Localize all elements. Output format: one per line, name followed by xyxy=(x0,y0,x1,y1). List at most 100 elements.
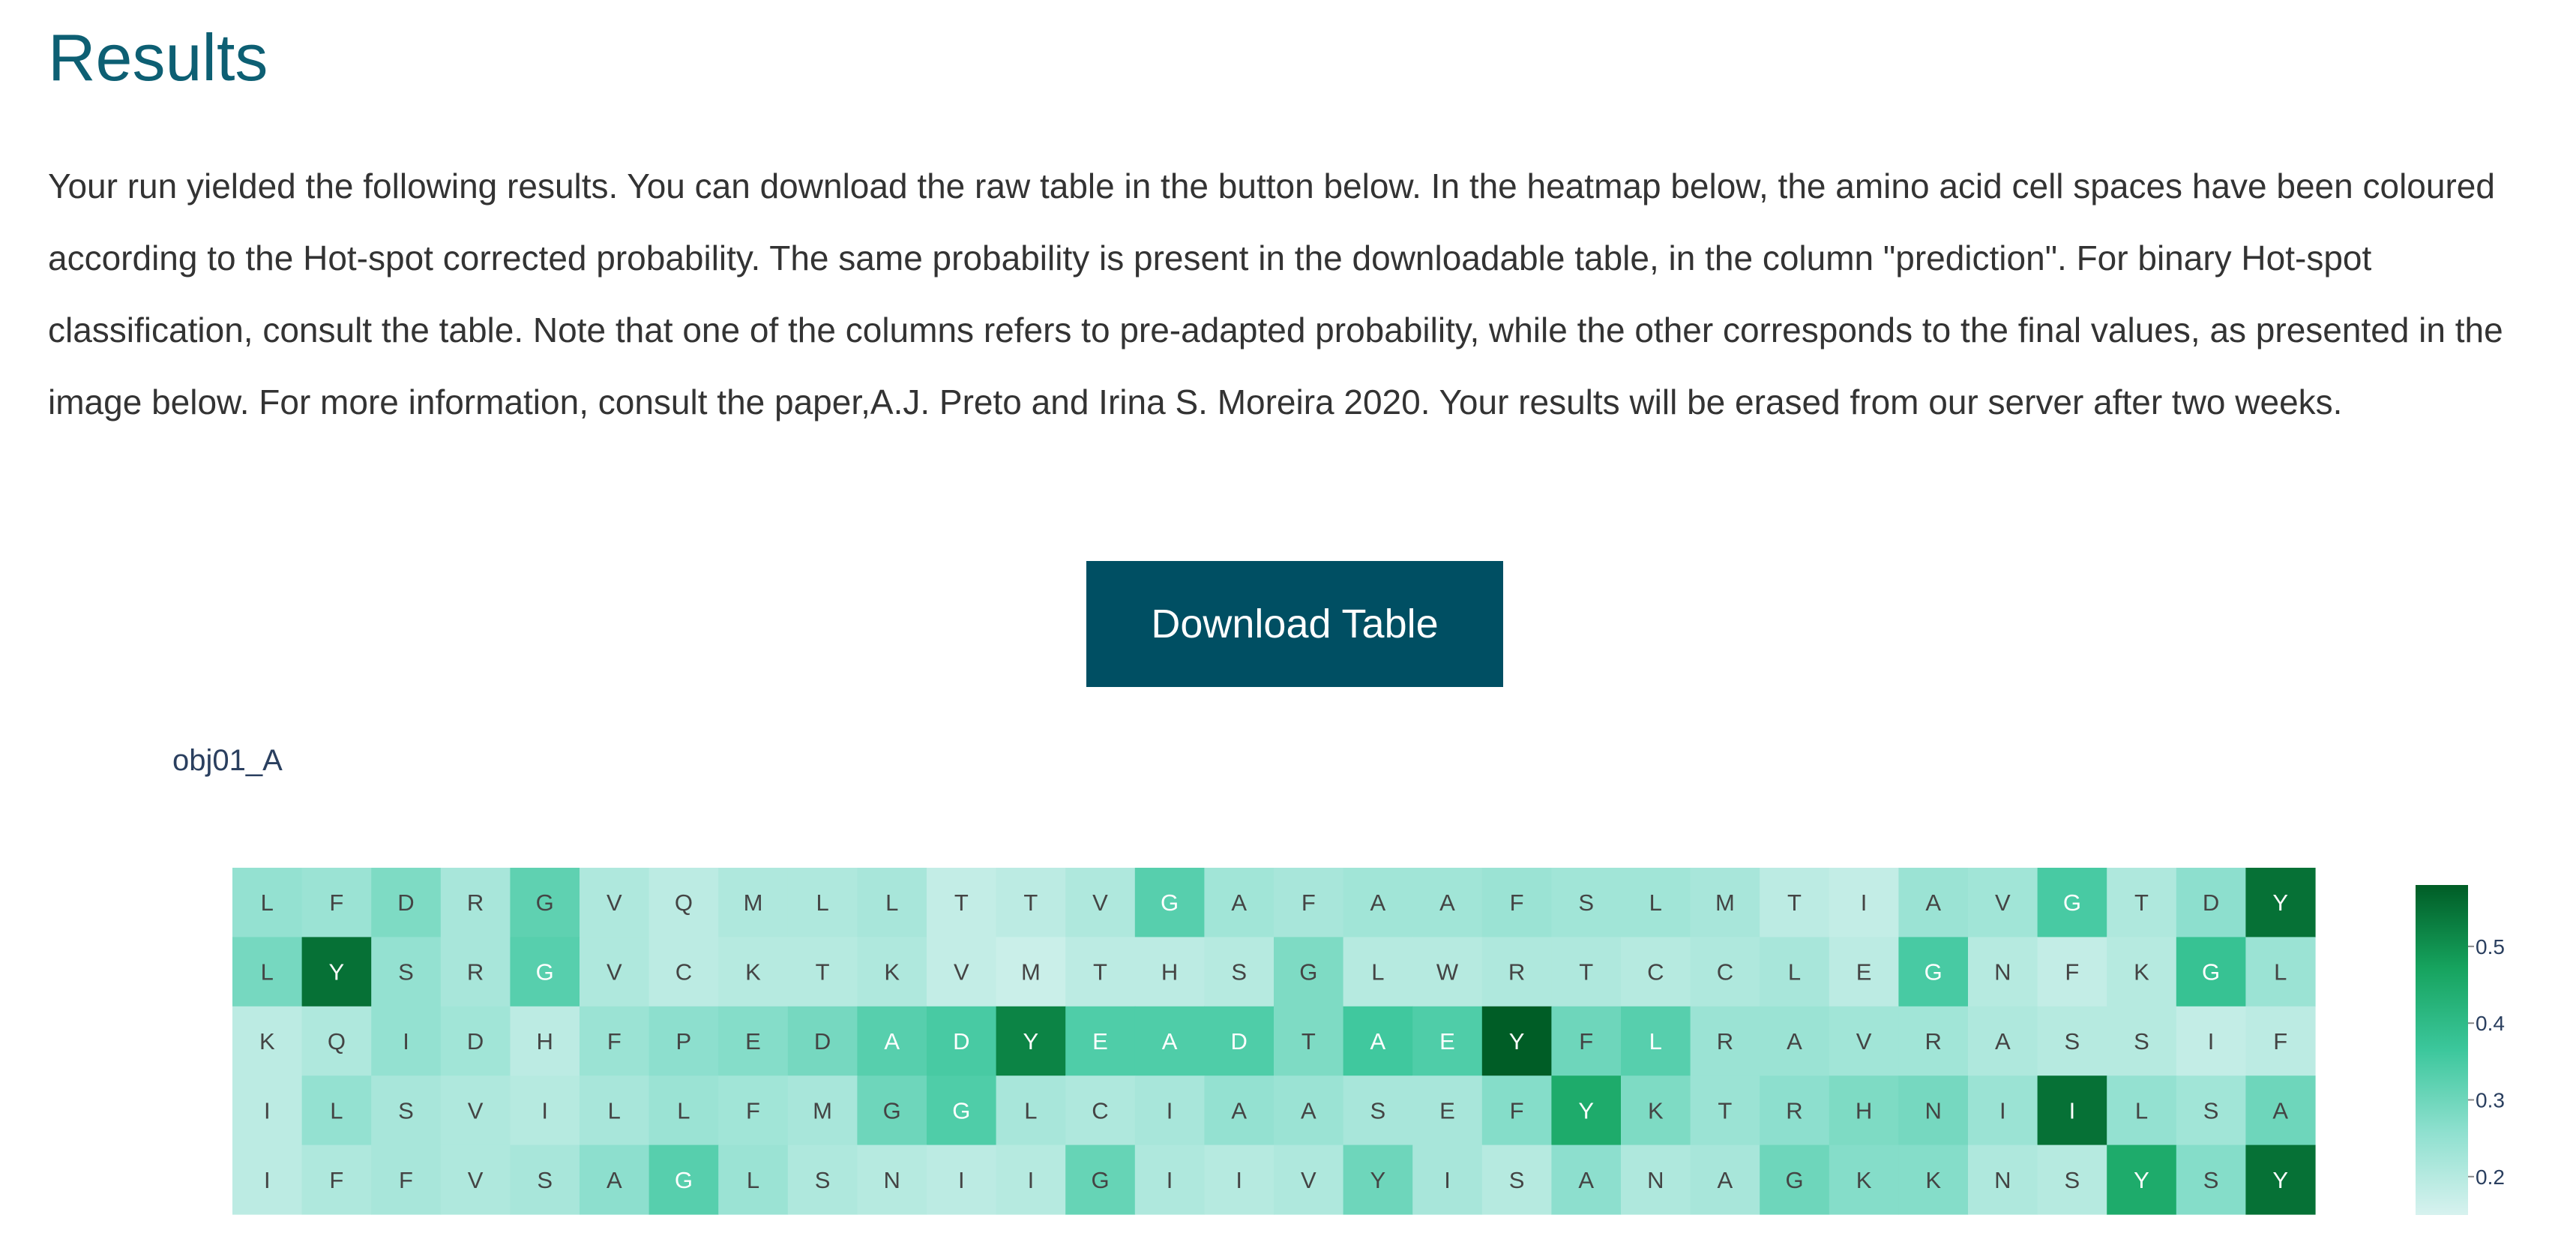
heatmap-cell-label: I xyxy=(264,1167,271,1193)
heatmap-cell-label: L xyxy=(1788,959,1801,986)
heatmap-cell-label: G xyxy=(952,1097,970,1124)
heatmap-cell-label: S xyxy=(2134,1028,2149,1054)
heatmap-cell-label: I xyxy=(2208,1028,2215,1054)
heatmap-cell-label: L xyxy=(1649,1028,1662,1054)
heatmap-cell-label: R xyxy=(1786,1097,1802,1124)
heatmap-cell-label: I xyxy=(403,1028,409,1054)
heatmap-cell-label: K xyxy=(1648,1097,1664,1124)
heatmap-cell-label: F xyxy=(746,1097,760,1124)
heatmap-cell-label: C xyxy=(1717,959,1733,986)
heatmap-cell-label: M xyxy=(813,1097,832,1124)
heatmap-cell-label: F xyxy=(1579,1028,1593,1054)
heatmap-cell-label: L xyxy=(747,1167,759,1193)
heatmap-cell-label: L xyxy=(261,959,274,986)
heatmap-cell-label: V xyxy=(1301,1167,1316,1193)
heatmap-cell-label: T xyxy=(2134,890,2149,916)
heatmap-cell-label: R xyxy=(1925,1028,1942,1054)
heatmap-cell-label: C xyxy=(1647,959,1664,986)
heatmap-cell-label: K xyxy=(1925,1167,1941,1193)
heatmap-cell-label: G xyxy=(675,1167,693,1193)
heatmap-cell-label: V xyxy=(607,959,622,986)
heatmap-cell-label: H xyxy=(1161,959,1178,986)
heatmap-cell-label: V xyxy=(468,1167,484,1193)
heatmap-cell-label: N xyxy=(1994,1167,2011,1193)
heatmap-cell-label: T xyxy=(1301,1028,1316,1054)
heatmap-cell-label: A xyxy=(2272,1097,2288,1124)
heatmap-cell-label: N xyxy=(1925,1097,1942,1124)
heatmap-cell-label: F xyxy=(1301,890,1316,916)
heatmap-cell-label: K xyxy=(1856,1167,1872,1193)
heatmap-cell-label: Y xyxy=(1578,1097,1594,1124)
heatmap-cell-label: R xyxy=(467,959,484,986)
heatmap-cell-label: L xyxy=(261,890,274,916)
heatmap-cell-label: T xyxy=(816,959,830,986)
heatmap-cell-label: Q xyxy=(328,1028,346,1054)
heatmap-cell-label: L xyxy=(885,890,898,916)
heatmap-cell-label: A xyxy=(1370,890,1386,916)
results-description: Your run yielded the following results. … xyxy=(48,166,2503,422)
heatmap-cell-label: V xyxy=(1995,890,2011,916)
heatmap-cell-label: A xyxy=(1925,890,1941,916)
heatmap-cell-label: G xyxy=(1299,959,1317,986)
page-title: Results xyxy=(48,20,268,94)
heatmap-cell-label: I xyxy=(958,1167,965,1193)
heatmap-cell-label: I xyxy=(264,1097,271,1124)
heatmap-cell-label: S xyxy=(1370,1097,1386,1124)
heatmap-cell-label: S xyxy=(815,1167,831,1193)
heatmap-cell-label: V xyxy=(1092,890,1108,916)
heatmap-cell-label: F xyxy=(329,1167,343,1193)
heatmap-cell-label: Y xyxy=(2134,1167,2149,1193)
heatmap-cell-label: L xyxy=(608,1097,621,1124)
colorbar xyxy=(2416,885,2468,1215)
heatmap-cell-label: F xyxy=(329,890,343,916)
heatmap-cell-label: L xyxy=(677,1097,690,1124)
heatmap-cell-label: A xyxy=(1231,1097,1247,1124)
heatmap-cell-label: S xyxy=(537,1167,553,1193)
heatmap-cell-label: E xyxy=(1439,1028,1455,1054)
heatmap-cell-label: Y xyxy=(1370,1167,1386,1193)
heatmap-cell-label: I xyxy=(541,1097,548,1124)
heatmap-cell-label: N xyxy=(884,1167,900,1193)
heatmap-cell-label: R xyxy=(1717,1028,1733,1054)
download-table-button[interactable]: Download Table xyxy=(1086,561,1503,687)
heatmap-cell-label: L xyxy=(1371,959,1384,986)
heatmap-cell-label: L xyxy=(2274,959,2287,986)
heatmap-cell-label: Y xyxy=(329,959,345,986)
heatmap-cell-label: A xyxy=(607,1167,622,1193)
heatmap-cell-label: K xyxy=(884,959,900,986)
heatmap-cell-label: E xyxy=(1092,1028,1108,1054)
heatmap-cell-label: K xyxy=(745,959,761,986)
heatmap-cell-label: G xyxy=(2202,959,2220,986)
heatmap-cell-label: S xyxy=(2065,1028,2080,1054)
heatmap-cell-label: D xyxy=(2203,890,2219,916)
heatmap-cell-label: N xyxy=(1994,959,2011,986)
heatmap-cell-label: G xyxy=(1091,1167,1109,1193)
heatmap-chart: obj01_A L F D R G V Q M L L T T V G A F A A F S L M T I A V G T D Y L Y… xyxy=(172,744,2505,1215)
heatmap-cell-label: H xyxy=(537,1028,553,1054)
heatmap-cell-label: A xyxy=(1787,1028,1802,1054)
heatmap-cell-label: T xyxy=(1718,1097,1732,1124)
chart-title: obj01_A xyxy=(172,744,283,777)
heatmap-cell-label: D xyxy=(953,1028,969,1054)
heatmap-cell-label: I xyxy=(1236,1167,1242,1193)
heatmap-cell-label: G xyxy=(1161,890,1179,916)
heatmap-cell-label: L xyxy=(330,1097,343,1124)
heatmap-cell-label: Y xyxy=(2272,890,2288,916)
heatmap-cell-label: I xyxy=(1028,1167,1035,1193)
heatmap-cell-label: T xyxy=(1787,890,1802,916)
heatmap-cell-label: I xyxy=(1999,1097,2006,1124)
heatmap-cell-label: V xyxy=(1856,1028,1872,1054)
colorbar-tick-label: 0.5 xyxy=(2476,935,2505,958)
heatmap-cell-label: A xyxy=(1301,1097,1316,1124)
heatmap-cell-label: S xyxy=(1578,890,1594,916)
heatmap-cell-label: T xyxy=(1093,959,1107,986)
heatmap-cell-label: H xyxy=(1856,1097,1872,1124)
heatmap-cell-label: Y xyxy=(1023,1028,1039,1054)
heatmap-cell-label: T xyxy=(1023,890,1038,916)
heatmap-cell-label: D xyxy=(397,890,414,916)
heatmap-cell-label: G xyxy=(1785,1167,1803,1193)
heatmap-cell-label: I xyxy=(2069,1097,2076,1124)
heatmap-cell-label: F xyxy=(2065,959,2079,986)
heatmap-cell-label: T xyxy=(954,890,969,916)
heatmap-cell-label: S xyxy=(398,959,414,986)
